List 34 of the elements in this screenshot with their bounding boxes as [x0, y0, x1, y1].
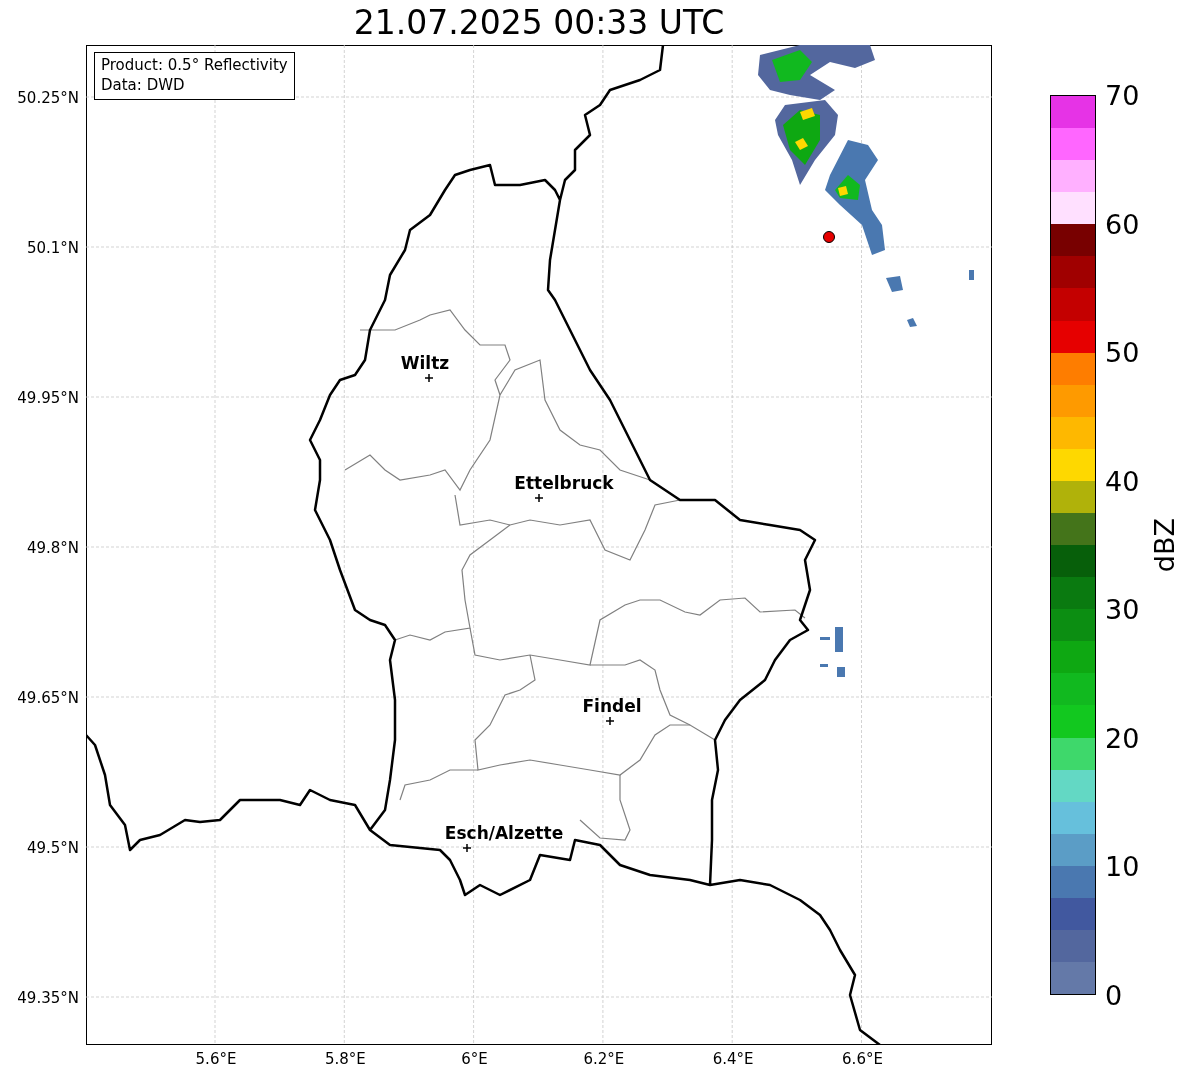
colorbar-tick-label: 50 — [1105, 338, 1140, 369]
radar-site-icon — [823, 231, 835, 243]
city-label: Findel — [582, 696, 642, 716]
latitude-label: 49.5°N — [26, 839, 79, 857]
info-text: Data: DWD — [101, 75, 186, 95]
colorbar-tick-label: 60 — [1105, 209, 1140, 240]
longitude-label: 6.6°E — [842, 1050, 883, 1068]
colorbar-tick-label: 30 — [1105, 595, 1140, 626]
colorbar-tick-label: 10 — [1105, 852, 1140, 883]
latitude-label: 50.1°N — [26, 239, 79, 257]
latitude-label: 49.35°N — [17, 989, 79, 1007]
latitude-label: 49.8°N — [26, 539, 79, 557]
city-label: Wiltz — [400, 353, 450, 373]
colorbar-tick-label: 70 — [1105, 81, 1140, 111]
longitude-label: 5.8°E — [324, 1050, 366, 1068]
colorbar-tick-label: 20 — [1105, 723, 1140, 754]
longitude-label: 5.6°E — [195, 1050, 237, 1068]
latitude-label: 49.95°N — [17, 389, 79, 407]
chart-title: 21.07.2025 00:33 UTC — [353, 3, 725, 44]
city-marker-icon — [534, 493, 544, 503]
city-marker-icon — [605, 716, 615, 726]
longitude-label: 6.2°E — [583, 1050, 625, 1068]
latitude-label: 49.65°N — [17, 689, 79, 707]
colorbar-tick-label: 0 — [1105, 981, 1123, 1011]
longitude-label: 6°E — [461, 1050, 488, 1068]
city-marker-icon — [424, 373, 434, 383]
colorbar-tick-label: 40 — [1105, 466, 1140, 497]
longitude-label: 6.4°E — [712, 1050, 754, 1068]
city-label: Esch/Alzette — [444, 823, 564, 843]
colorbar-label: dBZ — [1150, 517, 1180, 573]
info-text: Product: 0.5° Reflectivity — [101, 55, 288, 75]
latitude-label: 50.25°N — [17, 89, 79, 107]
city-marker-icon — [462, 843, 472, 853]
city-label: Ettelbruck — [514, 473, 614, 493]
